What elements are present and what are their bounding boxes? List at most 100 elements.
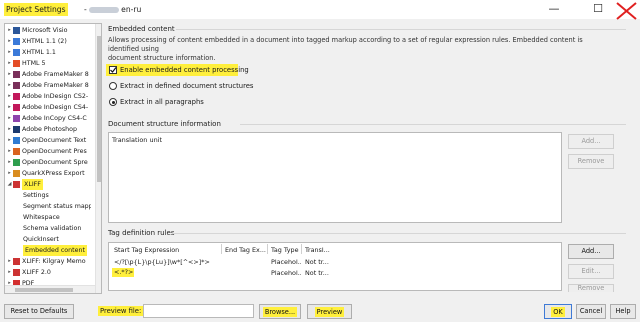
tree-item[interactable]: ▸ Adobe InCopy CS4-C xyxy=(5,113,91,124)
doc-structure-item[interactable]: Translation unit xyxy=(112,136,162,144)
tree-item-label: XLIFF 2.0 xyxy=(22,269,51,276)
expand-arrow-icon[interactable]: ▸ xyxy=(7,157,12,168)
preview-file-input[interactable] xyxy=(143,304,254,318)
rule-remove-button[interactable]: Remove xyxy=(568,284,614,292)
expand-arrow-icon[interactable]: ▸ xyxy=(7,36,12,47)
column-header[interactable]: Tag Type xyxy=(271,246,301,254)
scroll-thumb[interactable] xyxy=(97,36,101,182)
tree-item[interactable]: ▸ Adobe FrameMaker 8 xyxy=(5,69,91,80)
expand-down-arrow-icon[interactable]: ◢ xyxy=(7,179,12,190)
tree-child-item[interactable]: Whitespace xyxy=(5,212,91,223)
expand-arrow-icon[interactable]: ▸ xyxy=(7,25,12,36)
minimize-button[interactable]: — xyxy=(540,0,568,19)
tree-item[interactable]: ◢ XLIFF xyxy=(5,179,91,190)
column-divider[interactable] xyxy=(301,244,302,254)
file-type-icon xyxy=(13,71,20,78)
tree-item[interactable]: ▸ OpenDocument Text xyxy=(5,135,91,146)
ok-button-label: OK xyxy=(551,307,565,317)
expand-arrow-icon[interactable]: ▸ xyxy=(7,102,12,113)
rule-edit-button[interactable]: Edit... xyxy=(568,264,614,279)
tree-horizontal-scrollbar[interactable] xyxy=(5,285,95,293)
tree-item-label: Embedded content xyxy=(23,245,87,256)
tree-item[interactable]: ▸ HTML 5 xyxy=(5,58,91,69)
description-line: document structure information. xyxy=(108,54,216,62)
divider xyxy=(172,233,626,234)
doc-remove-button[interactable]: Remove xyxy=(568,154,614,169)
tree-item-label: Adobe FrameMaker 8 xyxy=(22,82,89,89)
scroll-thumb[interactable] xyxy=(15,288,73,292)
tree-item[interactable]: ▸ Adobe InDesign CS2- xyxy=(5,91,91,102)
divider xyxy=(176,29,626,30)
reset-defaults-button[interactable]: Reset to Defaults xyxy=(4,304,74,319)
tree-child-item[interactable]: Embedded content xyxy=(5,245,91,256)
tree-child-item[interactable]: Schema validation xyxy=(5,223,91,234)
radio-all-label: Extract in all paragraphs xyxy=(120,98,204,106)
tree-item[interactable]: ▸ XHTML 1.1 (2) xyxy=(5,36,91,47)
divider xyxy=(240,124,626,125)
file-type-icon xyxy=(13,93,20,100)
start-tag-cell: </?[\p{L}\p{Lu}]\w*[^<>]*> xyxy=(114,258,210,266)
tree-item[interactable]: ▸ Adobe Photoshop xyxy=(5,124,91,135)
tree-child-item[interactable]: Segment status mapp xyxy=(5,201,91,212)
expand-arrow-icon[interactable]: ▸ xyxy=(7,135,12,146)
file-type-icon xyxy=(13,181,20,188)
expand-arrow-icon[interactable]: ▸ xyxy=(7,256,12,267)
tree-item-label: Adobe InDesign CS2- xyxy=(22,93,89,100)
tree-item[interactable]: ▸ OpenDocument Pres xyxy=(5,146,91,157)
close-button[interactable] xyxy=(612,0,640,20)
tree-item[interactable]: ▸ Adobe InDesign CS4- xyxy=(5,102,91,113)
tree-item[interactable]: ▸ Microsoft Visio xyxy=(5,25,91,36)
expand-arrow-icon[interactable]: ▸ xyxy=(7,80,12,91)
tree-item[interactable]: ▸ OpenDocument Spre xyxy=(5,157,91,168)
tree-item-label: HTML 5 xyxy=(22,60,46,67)
tree-child-item[interactable]: Settings xyxy=(5,190,91,201)
column-header[interactable]: Start Tag Expression xyxy=(114,246,222,254)
tree-item-label: XHTML 1.1 (2) xyxy=(22,38,67,45)
tree-item-label: OpenDocument Spre xyxy=(22,159,88,166)
browse-button[interactable]: Browse... xyxy=(259,304,301,319)
tree-item[interactable]: ▸ QuarkXPress Export xyxy=(5,168,91,179)
table-row[interactable]: <.*?> Placehol... Not tr... xyxy=(109,267,561,278)
tree-item[interactable]: ▸ Adobe FrameMaker 8 xyxy=(5,80,91,91)
expand-arrow-icon[interactable]: ▸ xyxy=(7,69,12,80)
tag-rules-table[interactable]: Start Tag Expression End Tag Ex... Tag T… xyxy=(108,242,562,291)
doc-structure-list[interactable]: Translation unit xyxy=(108,132,562,223)
rule-add-button[interactable]: Add... xyxy=(568,244,614,259)
embedded-section-title: Embedded content xyxy=(108,25,175,33)
radio-defined-structures[interactable] xyxy=(109,82,117,90)
tree-item[interactable]: ▸ XHTML 1.1 xyxy=(5,47,91,58)
help-button[interactable]: Help xyxy=(610,304,636,319)
column-divider[interactable] xyxy=(221,244,222,254)
expand-arrow-icon[interactable]: ▸ xyxy=(7,146,12,157)
table-header: Start Tag Expression End Tag Ex... Tag T… xyxy=(109,243,561,255)
cancel-button[interactable]: Cancel xyxy=(576,304,606,319)
expand-arrow-icon[interactable]: ▸ xyxy=(7,113,12,124)
table-row[interactable]: </?[\p{L}\p{Lu}]\w*[^<>]*> Placehol... N… xyxy=(109,256,561,267)
expand-arrow-icon[interactable]: ▸ xyxy=(7,58,12,69)
tree-item[interactable]: ▸ XLIFF: Kilgray Memo xyxy=(5,256,91,267)
expand-arrow-icon[interactable]: ▸ xyxy=(7,267,12,278)
column-header[interactable]: End Tag Ex... xyxy=(225,246,269,254)
doc-add-button[interactable]: Add... xyxy=(568,134,614,149)
preview-file-label: Preview file: xyxy=(98,306,144,316)
radio-all-paragraphs[interactable] xyxy=(109,98,117,106)
ok-button[interactable]: OK xyxy=(544,304,572,319)
enable-embedded-checkbox[interactable] xyxy=(109,66,117,74)
preview-button[interactable]: Preview xyxy=(307,304,352,319)
language-pair: en-ru xyxy=(121,5,142,14)
file-type-icon xyxy=(13,137,20,144)
column-header[interactable]: Transl... xyxy=(305,246,335,254)
tree-child-item[interactable]: QuickInsert xyxy=(5,234,91,245)
expand-arrow-icon[interactable]: ▸ xyxy=(7,124,12,135)
column-divider[interactable] xyxy=(267,244,268,254)
tree-item-label: Whitespace xyxy=(23,214,60,221)
tree-item[interactable]: ▸ XLIFF 2.0 xyxy=(5,267,91,278)
title-bar: Project Settings - en-ru — ☐ xyxy=(0,0,640,20)
tree-vertical-scrollbar[interactable] xyxy=(95,24,101,293)
expand-arrow-icon[interactable]: ▸ xyxy=(7,168,12,179)
close-icon xyxy=(616,2,637,20)
maximize-button[interactable]: ☐ xyxy=(584,0,612,19)
tree-item-label: QuarkXPress Export xyxy=(22,170,85,177)
expand-arrow-icon[interactable]: ▸ xyxy=(7,91,12,102)
expand-arrow-icon[interactable]: ▸ xyxy=(7,47,12,58)
